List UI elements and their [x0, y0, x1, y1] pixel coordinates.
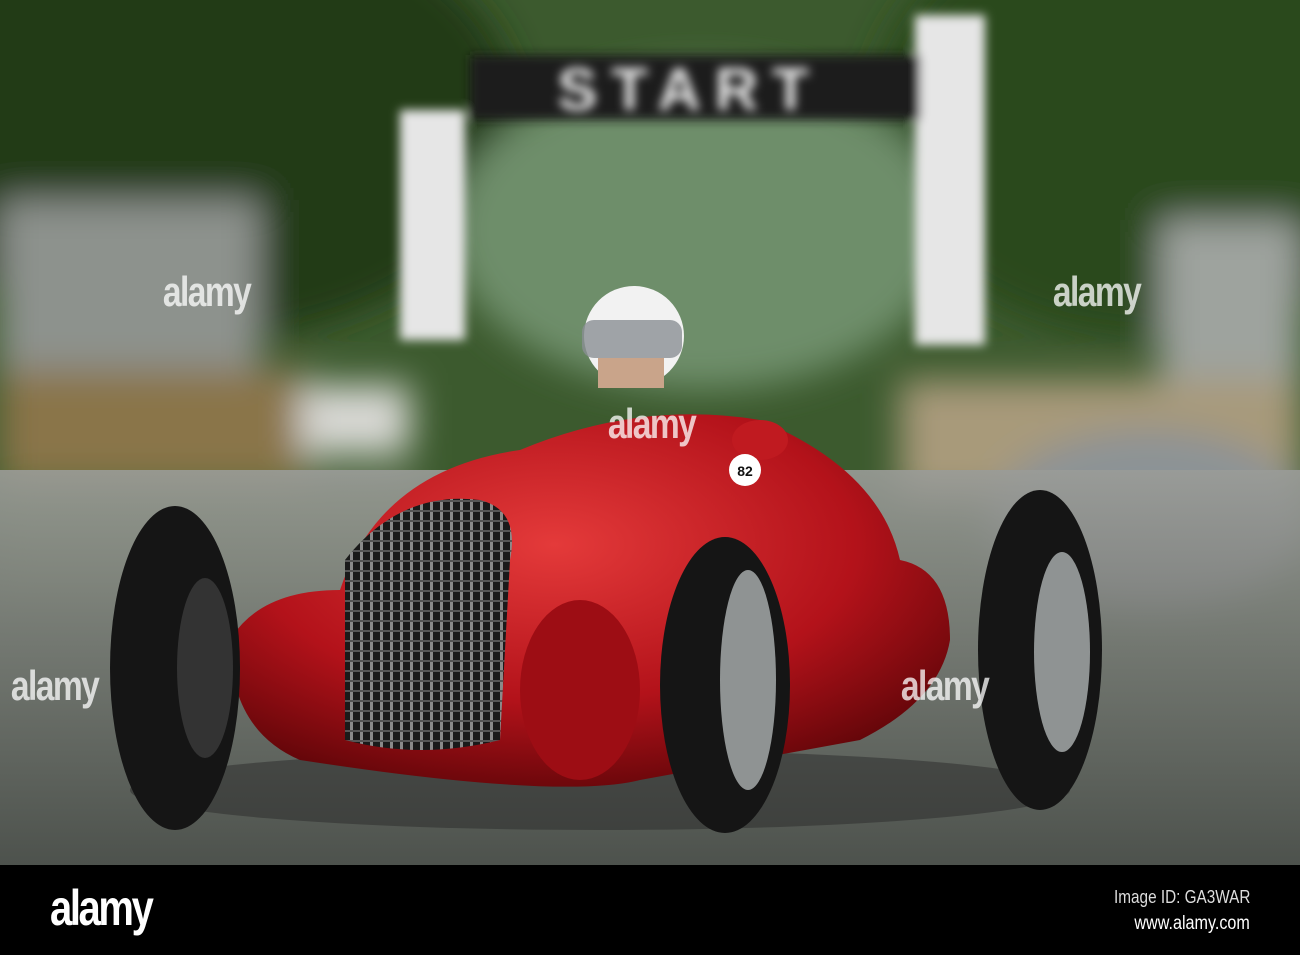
- watermark: alamy: [10, 662, 100, 709]
- wheel-rear-right: [978, 490, 1102, 810]
- stock-photo: START 82 alamy alamy alamy alamy alamy a…: [0, 0, 1300, 955]
- wheel-front-left: [110, 506, 240, 830]
- gantry-start-text: START: [557, 56, 823, 123]
- footer-bar: alamy Image ID: GA3WAR www.alamy.com: [0, 865, 1300, 955]
- watermark: alamy: [162, 268, 252, 315]
- watermark: alamy: [900, 662, 990, 709]
- car-number: 82: [737, 463, 753, 479]
- image-id: Image ID: GA3WAR: [1113, 887, 1250, 907]
- watermark: alamy: [607, 400, 697, 447]
- website-link[interactable]: www.alamy.com: [1135, 913, 1250, 935]
- watermark: alamy: [1052, 268, 1142, 315]
- wheel-front-right: [660, 537, 790, 833]
- alamy-logo: alamy: [50, 880, 154, 936]
